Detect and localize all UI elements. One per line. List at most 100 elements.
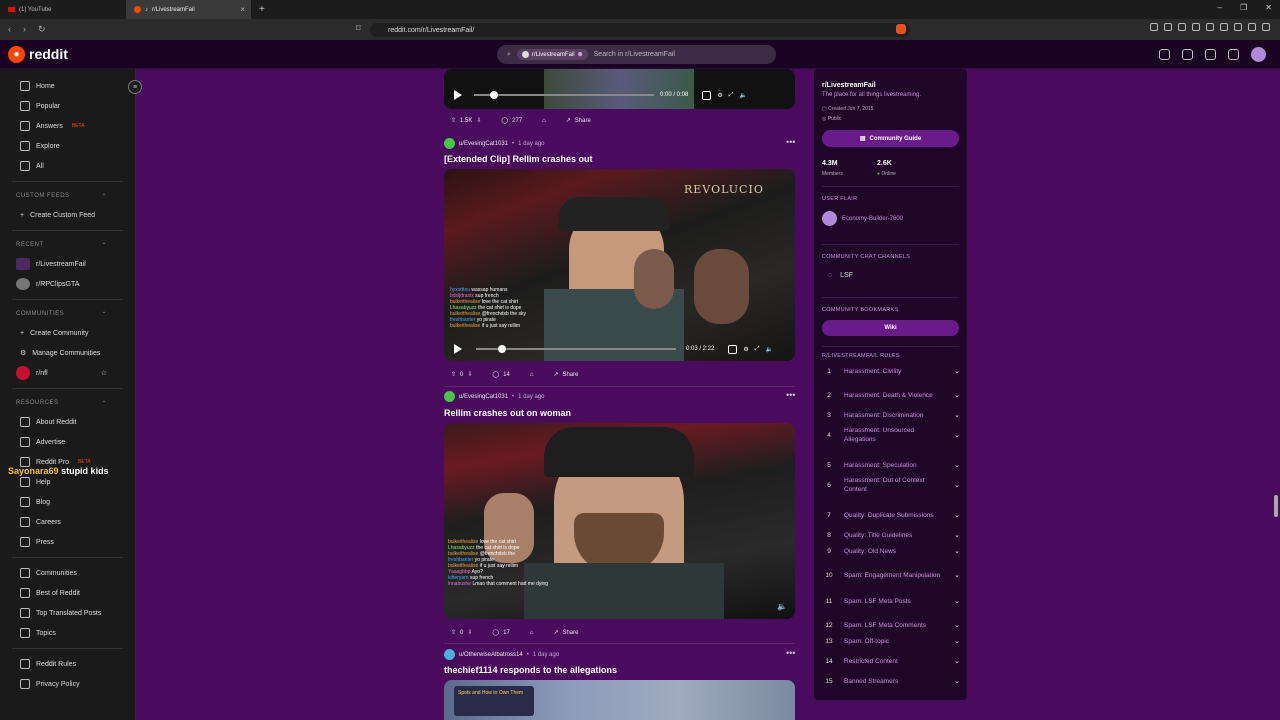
extension-icon[interactable] [1234, 23, 1242, 31]
user-avatar[interactable] [444, 391, 455, 402]
extension-icon[interactable] [1192, 23, 1200, 31]
more-options-icon[interactable]: ••• [786, 390, 795, 400]
maximize-icon[interactable]: ❐ [1240, 3, 1247, 12]
topics[interactable]: Topics [0, 623, 135, 643]
search-bar[interactable]: ⌕ r/LivestreamFail ⊗ Search in r/Livestre… [497, 45, 776, 64]
award-button[interactable]: ⌂ [525, 628, 539, 638]
rule-item[interactable]: 5 Harassment: Speculation ⌄ [814, 455, 967, 475]
sidebar-item-nfl[interactable]: r/nfl ☆ [0, 363, 135, 383]
minimize-icon[interactable]: – [1218, 3, 1222, 12]
post-video-player[interactable]: 0:00 / 0:08 ⚙ ⤢ 🔈 [444, 69, 795, 109]
share-button[interactable]: ↗ Share [561, 115, 596, 126]
reddit-logo[interactable]: ● reddit [8, 45, 68, 63]
rule-item[interactable]: 3 Harassment: Discrimination ⌄ [814, 405, 967, 425]
tab-livestreamfail[interactable]: ♪ r/LivestreamFail × [126, 0, 251, 19]
sidebar-item-home[interactable]: Home [0, 76, 135, 96]
top-translated-posts[interactable]: Top Translated Posts [0, 603, 135, 623]
bookmark-icon[interactable]: ⌑ [356, 23, 361, 34]
upvote-icon[interactable]: ⇧ [451, 629, 456, 636]
extension-icon[interactable] [1220, 23, 1228, 31]
close-window-icon[interactable]: ✕ [1265, 3, 1272, 12]
user-avatar[interactable] [444, 138, 455, 149]
rule-item[interactable]: 14 Restricted Content ⌄ [814, 655, 967, 667]
reload-icon[interactable]: ↻ [38, 24, 46, 35]
remove-chip-icon[interactable]: ⊗ [578, 51, 583, 58]
post-thumbnail[interactable]: Spots and How to Own Them [444, 680, 795, 720]
post-title[interactable]: [Extended Clip] Rellim crashes out [444, 154, 593, 164]
seek-bar[interactable] [474, 91, 654, 99]
rule-item[interactable]: 4 Harassment: Unsourced Allegations ⌄ [814, 425, 967, 445]
captions-icon[interactable] [702, 90, 712, 100]
settings-icon[interactable]: ⚙ [717, 92, 722, 99]
search-input[interactable]: Search in r/LivestreamFail [594, 51, 675, 58]
best-of-reddit[interactable]: Best of Reddit [0, 583, 135, 603]
press[interactable]: Press [0, 532, 135, 552]
post-title[interactable]: Rellim crashes out on woman [444, 408, 571, 418]
award-button[interactable]: ⌂ [525, 370, 539, 380]
captions-icon[interactable] [728, 344, 738, 354]
community-guide-button[interactable]: ▤ Community Guide [822, 130, 959, 147]
post-author[interactable]: u/OtherwiseAlbatross14 [459, 652, 523, 658]
seek-knob[interactable] [498, 345, 506, 353]
comments-button[interactable]: ◯ 14 [487, 369, 514, 380]
custom-feeds-header[interactable]: CUSTOM FEEDS ⌃ [0, 187, 135, 205]
rule-item[interactable]: 12 Spam: LSF Meta Comments ⌄ [814, 615, 967, 635]
back-icon[interactable]: ‹ [8, 24, 11, 35]
rule-item[interactable]: 1 Harassment: Civility ⌄ [814, 365, 967, 377]
extension-icon[interactable] [1248, 23, 1256, 31]
post-video-player[interactable]: bulkeithealise love the cat shirt Lhasab… [444, 423, 795, 619]
more-options-icon[interactable]: ••• [786, 648, 795, 658]
new-tab-button[interactable]: + [259, 4, 265, 15]
url-field[interactable]: reddit.com/r/LivestreamFail/ [370, 23, 910, 37]
sidebar-item-explore[interactable]: Explore [0, 136, 135, 156]
communities-header[interactable]: COMMUNITIES ⌃ [0, 305, 135, 323]
more-options-icon[interactable]: ••• [786, 137, 795, 147]
menu-icon[interactable] [1262, 23, 1270, 31]
tab-youtube[interactable]: (1) YouTube [0, 0, 126, 19]
sidebar-item-rpclipsgta[interactable]: r/RPClipsGTA [0, 274, 135, 294]
brave-shield-icon[interactable] [896, 24, 906, 34]
extension-icon[interactable] [1150, 23, 1158, 31]
create-custom-feed[interactable]: + Create Custom Feed [0, 205, 135, 225]
share-button[interactable]: ↗ Share [548, 369, 583, 380]
user-avatar[interactable] [444, 649, 455, 660]
rule-item[interactable]: 7 Quality: Duplicate Submissions ⌄ [814, 505, 967, 525]
sidebar-item-livestreamfail[interactable]: r/LivestreamFail [0, 254, 135, 274]
privacy-policy[interactable]: Privacy Policy [0, 674, 135, 694]
extension-icon[interactable] [1206, 23, 1214, 31]
upvote-icon[interactable]: ⇧ [451, 371, 456, 378]
rule-item[interactable]: 2 Harassment: Death & Violence ⌄ [814, 385, 967, 405]
volume-icon[interactable]: 🔈 [740, 92, 747, 99]
user-avatar[interactable] [1251, 47, 1266, 62]
rule-item[interactable]: 6 Harassment: Out of Context Content ⌄ [814, 475, 967, 495]
about-reddit[interactable]: About Reddit [0, 412, 135, 432]
communities-link[interactable]: Communities [0, 563, 135, 583]
seek-bar[interactable] [476, 345, 676, 353]
extension-icon[interactable] [1178, 23, 1186, 31]
seek-knob[interactable] [490, 91, 498, 99]
post-video-player[interactable]: REVOLUCIO hyxxtttou wassap humans bdsljd… [444, 169, 795, 361]
recent-header[interactable]: RECENT ⌃ [0, 236, 135, 254]
blog[interactable]: Blog [0, 492, 135, 512]
rule-item[interactable]: 15 Banned Streamers ⌄ [814, 675, 967, 687]
downvote-icon[interactable]: ⇩ [467, 371, 472, 378]
post-title[interactable]: thechief1114 responds to the allegations [444, 665, 617, 675]
forward-icon[interactable]: › [23, 24, 26, 35]
resources-header[interactable]: RESOURCES ⌃ [0, 394, 135, 412]
chat-icon[interactable] [1182, 49, 1193, 60]
volume-icon[interactable]: 🔈 [777, 602, 787, 611]
create-community[interactable]: + Create Community [0, 323, 135, 343]
fullscreen-icon[interactable]: ⤢ [729, 92, 734, 99]
volume-icon[interactable]: 🔈 [766, 346, 773, 353]
rule-item[interactable]: 9 Quality: Old News ⌄ [814, 545, 967, 557]
advertise[interactable]: Advertise [0, 432, 135, 452]
page-scrollbar[interactable] [1274, 495, 1278, 517]
downvote-icon[interactable]: ⇩ [467, 629, 472, 636]
manage-communities[interactable]: ⚙ Manage Communities [0, 343, 135, 363]
downvote-icon[interactable]: ⇩ [476, 117, 481, 124]
share-button[interactable]: ↗ Share [548, 627, 583, 638]
rule-item[interactable]: 13 Spam: Off-topic ⌄ [814, 635, 967, 647]
comments-button[interactable]: ◯ 17 [487, 627, 514, 638]
play-icon[interactable] [454, 344, 462, 354]
sidebar-item-all[interactable]: All [0, 156, 135, 176]
